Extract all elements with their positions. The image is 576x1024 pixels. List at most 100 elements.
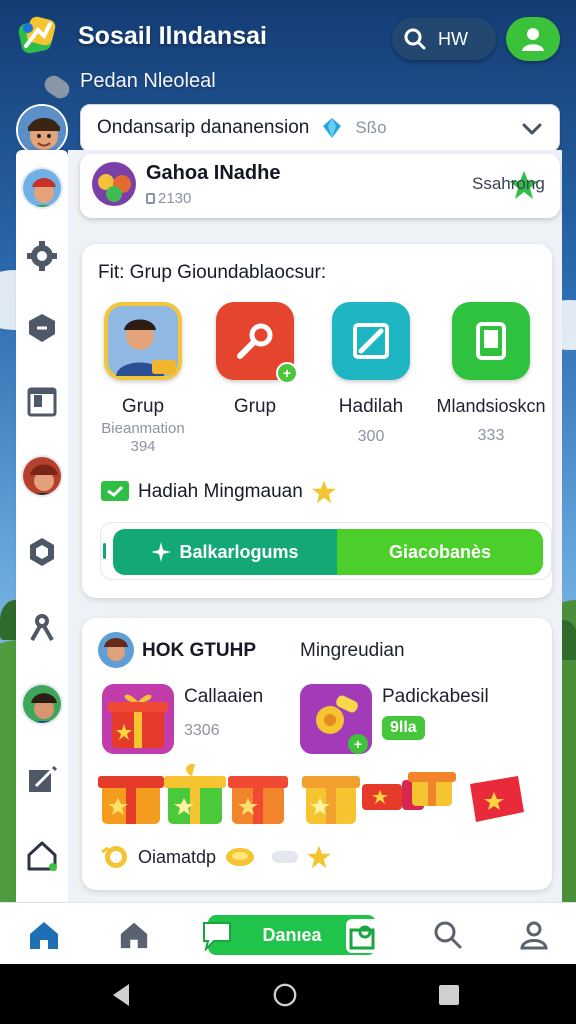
rewards-title: HOK GTUHP <box>142 640 256 661</box>
image-edit-icon <box>332 302 410 380</box>
profile-button[interactable] <box>506 17 560 61</box>
home-circle-icon[interactable] <box>272 982 298 1008</box>
sidebar-item-avatar[interactable] <box>12 158 72 218</box>
grup-avatar-icon <box>104 302 182 380</box>
nav-profile[interactable] <box>514 915 554 955</box>
gift-icon <box>102 684 174 754</box>
app-screen: Sosail Ilndansai Pedan Nleoleal HW Ondan… <box>0 0 576 1024</box>
tile-grup[interactable]: Grup Bieanmation 394 <box>88 302 198 456</box>
center-action-label: Danıea <box>262 924 322 945</box>
sidebar-item-edit[interactable] <box>12 750 72 810</box>
user-icon <box>522 28 544 51</box>
chat-bubble-icon <box>203 922 231 951</box>
tile-sub: Bieanmation <box>101 420 185 437</box>
board-icon <box>27 387 57 417</box>
svg-text:+: + <box>354 736 362 752</box>
rewards-right-title: Mingreudian <box>300 640 405 661</box>
search-icon <box>404 28 426 50</box>
tile-label: Grup <box>121 396 165 417</box>
device-icon <box>452 302 530 380</box>
tile-mlandsioskcn[interactable]: Mlandsioskcn 333 <box>436 302 546 445</box>
dropdown-text: Ondansarip dananension <box>97 117 310 138</box>
tile-label: Hadilah <box>338 396 404 417</box>
avatar <box>21 683 63 725</box>
tile-grup-2[interactable]: + Grup <box>200 302 310 418</box>
tile-label: Grup <box>233 396 277 417</box>
recents-icon[interactable] <box>436 982 462 1008</box>
group-status-label: Ssahrong <box>472 174 545 193</box>
reward-title: Callaaien <box>184 686 264 707</box>
segment-right-label: Giacobanès <box>388 541 492 562</box>
dropdown-count: Sßo <box>355 118 387 137</box>
gear-icon <box>27 241 57 271</box>
segment-right-button[interactable]: Giacobanès <box>337 529 543 575</box>
center-action-button[interactable]: Danıea <box>203 915 380 955</box>
diamond-icon <box>323 118 342 138</box>
nav-search[interactable] <box>428 915 468 955</box>
search-icon <box>434 921 462 949</box>
toggle-switch[interactable] <box>272 851 299 863</box>
shield-icon <box>29 314 55 342</box>
sidebar-item-board[interactable] <box>12 372 72 432</box>
user-avatar[interactable] <box>16 104 68 156</box>
card-avatar <box>98 632 134 668</box>
contact-icon <box>346 919 380 953</box>
avatar <box>21 455 63 497</box>
app-logo-icon[interactable] <box>16 16 60 58</box>
edit-icon <box>29 765 58 792</box>
avatar <box>21 167 63 209</box>
segmented-control: Balkarlogums Giacobanès <box>100 522 552 580</box>
page-subtitle: Pedan Nleoleal <box>80 70 216 92</box>
hexagon-icon <box>30 538 54 566</box>
home-icon <box>120 922 148 949</box>
gift-icon <box>164 763 226 824</box>
search-label: HW <box>438 28 468 49</box>
segment-left-label: Balkarlogums <box>179 541 299 562</box>
segment-left-button[interactable]: Balkarlogums <box>113 529 337 575</box>
tile-hadilah[interactable]: Hadilah 300 <box>316 302 426 446</box>
diamond-row[interactable]: Oiamatdp <box>100 844 332 870</box>
group-avatar <box>92 162 136 206</box>
diamond-text: Oiamatdp <box>138 846 217 867</box>
tag-icon <box>146 193 155 204</box>
user-icon <box>520 921 548 950</box>
plus-badge-icon: + <box>276 362 298 384</box>
star-icon <box>307 845 332 869</box>
sidebar-item-avatar-3[interactable] <box>12 674 72 734</box>
app-title: Sosail Ilndansai <box>78 22 267 50</box>
featured-groups-card: Fit: Grup Gioundablaocsur: Grup Bieanmat… <box>82 244 552 598</box>
group-member-count: 2130 <box>146 190 191 207</box>
gift-icon <box>98 776 164 824</box>
gift-icon <box>408 772 456 806</box>
tile-count: 333 <box>477 427 505 444</box>
sidebar-item-tools[interactable] <box>12 598 72 658</box>
group-dropdown[interactable]: Ondansarip dananension Sßo <box>80 104 560 152</box>
chevron-down-icon[interactable] <box>521 119 543 139</box>
star-icon <box>311 480 336 504</box>
featured-title: Fit: Grup Gioundablaocsur: <box>98 262 327 283</box>
sidebar-item-home-alt[interactable] <box>12 826 72 886</box>
home-outline-icon <box>27 841 57 871</box>
gift-icon <box>228 776 288 824</box>
search-button[interactable]: HW <box>392 18 496 60</box>
tile-count: 300 <box>357 428 385 445</box>
tile-sub-count: 394 <box>130 438 156 455</box>
back-icon[interactable] <box>108 982 134 1008</box>
nav-home-2[interactable] <box>114 915 154 955</box>
sidebar-item-security[interactable] <box>12 298 72 358</box>
sidebar-item-settings[interactable] <box>12 226 72 286</box>
coin-icon <box>226 848 255 866</box>
nav-home[interactable] <box>24 915 64 955</box>
tools-icon <box>30 614 54 641</box>
wrench-icon: + <box>216 302 298 384</box>
tile-label: Mlandsioskcn <box>436 396 546 416</box>
reward-badge: 9lla <box>382 716 425 740</box>
sidebar-item-avatar-2[interactable] <box>12 446 72 506</box>
gift-icon <box>302 776 360 824</box>
weekly-reward-row[interactable]: Hadiah Mingmauan <box>100 480 337 504</box>
sidebar <box>16 150 68 902</box>
weekly-reward-text: Hadiah Mingmauan <box>138 481 303 502</box>
sparkle-icon <box>151 542 172 562</box>
sidebar-item-hex[interactable] <box>12 522 72 582</box>
chat-icon <box>101 481 129 501</box>
